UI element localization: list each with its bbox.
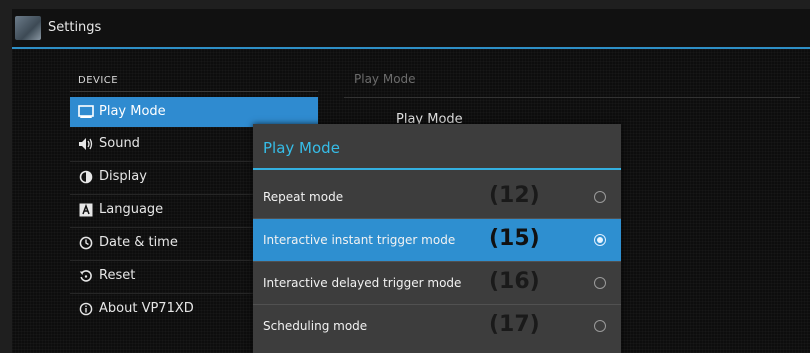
radio-button[interactable] xyxy=(594,320,606,332)
dialog-title: Play Mode xyxy=(263,139,340,157)
option-repeat-mode[interactable]: Repeat mode (12) xyxy=(253,176,621,218)
radio-button[interactable] xyxy=(594,191,606,203)
option-interactive-instant-trigger-mode[interactable]: Interactive instant trigger mode (15) xyxy=(253,219,621,261)
option-number: (16) xyxy=(489,269,540,294)
title-bar: Settings xyxy=(12,9,810,49)
category-divider xyxy=(70,91,318,92)
dialog-title-divider xyxy=(253,168,621,170)
speaker-icon xyxy=(78,136,94,152)
sidebar-item-label: Reset xyxy=(99,268,136,283)
sidebar-item-label: About VP71XD xyxy=(99,301,194,316)
option-number: (12) xyxy=(489,183,540,208)
right-panel-divider xyxy=(344,97,800,98)
option-interactive-delayed-trigger-mode[interactable]: Interactive delayed trigger mode (16) xyxy=(253,262,621,304)
option-scheduling-mode[interactable]: Scheduling mode (17) xyxy=(253,305,621,347)
right-panel-header: Play Mode xyxy=(354,72,416,86)
play-mode-dialog: Play Mode Repeat mode (12) Interactive i… xyxy=(253,124,621,353)
radio-button-selected[interactable] xyxy=(594,234,606,246)
brightness-icon xyxy=(78,169,94,185)
sidebar-item-label: Sound xyxy=(99,136,140,151)
monitor-icon xyxy=(78,104,94,120)
option-label: Scheduling mode xyxy=(263,319,368,333)
settings-screen: Settings DEVICE Play Mode Sound Display … xyxy=(12,9,810,353)
info-icon xyxy=(78,301,94,317)
option-label: Interactive instant trigger mode xyxy=(263,233,456,247)
sidebar-item-label: Date & time xyxy=(99,235,178,250)
sidebar-item-play-mode[interactable]: Play Mode xyxy=(70,97,318,127)
language-icon xyxy=(78,202,94,218)
sidebar-item-label: Play Mode xyxy=(99,104,166,119)
option-number: (15) xyxy=(489,226,540,251)
sidebar-item-label: Display xyxy=(99,169,147,184)
reset-icon xyxy=(78,268,94,284)
option-label: Interactive delayed trigger mode xyxy=(263,276,462,290)
category-header: DEVICE xyxy=(78,75,119,86)
radio-button[interactable] xyxy=(594,277,606,289)
option-label: Repeat mode xyxy=(263,190,344,204)
settings-app-icon[interactable] xyxy=(15,16,41,40)
sidebar-item-label: Language xyxy=(99,202,164,217)
app-title: Settings xyxy=(48,20,102,35)
option-number: (17) xyxy=(489,312,540,337)
clock-icon xyxy=(78,235,94,251)
